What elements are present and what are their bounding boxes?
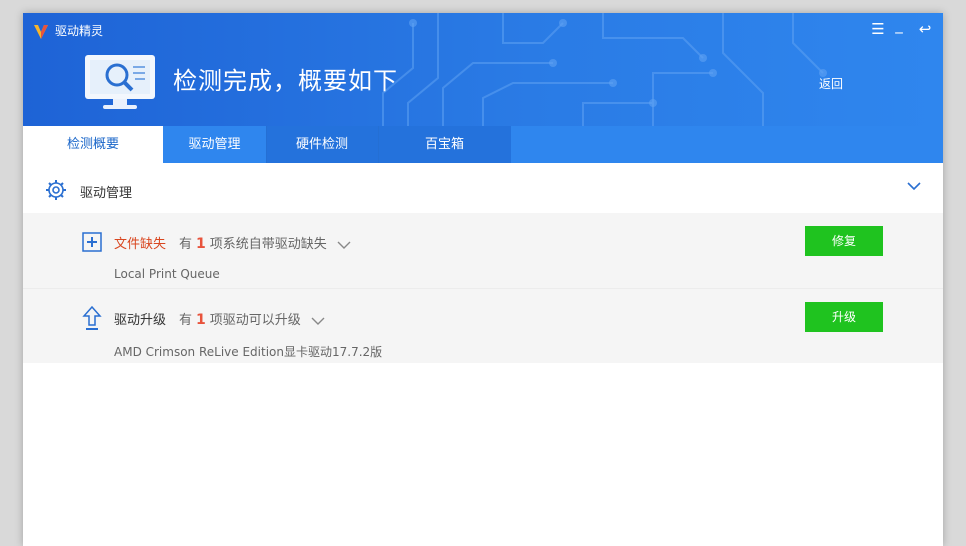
item-description[interactable]: 有 1 项系统自带驱动缺失 [179,233,351,252]
tab-toolbox[interactable]: 百宝箱 [378,126,511,163]
app-title: 驱动精灵 [55,24,104,38]
item-subtitle: AMD Crimson ReLive Edition显卡驱动17.7.2版 [114,345,383,359]
circuit-decoration [382,13,827,126]
tab-overview[interactable]: 检测概要 [23,126,163,163]
header-banner: 驱动精灵 ☰ _ ↩ 检测完成，概要如下 返回 [23,13,943,126]
chevron-down-icon[interactable] [907,181,921,191]
tab-bar: 检测概要 驱动管理 硬件检测 百宝箱 [23,126,943,163]
upgrade-arrow-icon [82,305,102,330]
back-arrow-icon[interactable]: ↩ [915,19,935,39]
tab-hardware-detection[interactable]: 硬件检测 [266,126,378,163]
minimize-icon[interactable]: _ [889,15,909,35]
item-subtitle: Local Print Queue [114,267,220,281]
chevron-down-icon[interactable] [337,240,351,250]
section-title: 驱动管理 [80,186,133,201]
tab-driver-management[interactable]: 驱动管理 [163,126,266,163]
app-window: 驱动精灵 ☰ _ ↩ 检测完成，概要如下 返回 检测概要 驱动管理 硬件检测 百… [23,13,943,546]
item-description[interactable]: 有 1 项驱动可以升级 [179,309,325,328]
list-item: 文件缺失 有 1 项系统自带驱动缺失 Local Print Queue 修复 [23,213,943,288]
item-title: 驱动升级 [114,313,167,328]
repair-button[interactable]: 修复 [805,226,883,256]
desc-prefix: 有 [179,313,193,328]
chevron-down-icon[interactable] [311,316,325,326]
section-header[interactable]: 驱动管理 [23,163,943,213]
gear-icon [46,180,66,200]
desc-prefix: 有 [179,237,193,252]
menu-icon[interactable]: ☰ [868,19,888,39]
item-count: 1 [196,236,206,252]
upgrade-button[interactable]: 升级 [805,302,883,332]
app-logo-icon [34,25,48,39]
back-link[interactable]: 返回 [819,75,843,92]
monitor-scan-icon [85,55,155,109]
page-title: 检测完成，概要如下 [173,67,398,95]
item-title: 文件缺失 [114,237,167,252]
desc-suffix: 项驱动可以升级 [209,313,301,328]
missing-file-icon [82,232,102,252]
item-count: 1 [196,312,206,328]
list-item: 驱动升级 有 1 项驱动可以升级 AMD Crimson ReLive Editio… [23,289,943,363]
desc-suffix: 项系统自带驱动缺失 [209,237,327,252]
